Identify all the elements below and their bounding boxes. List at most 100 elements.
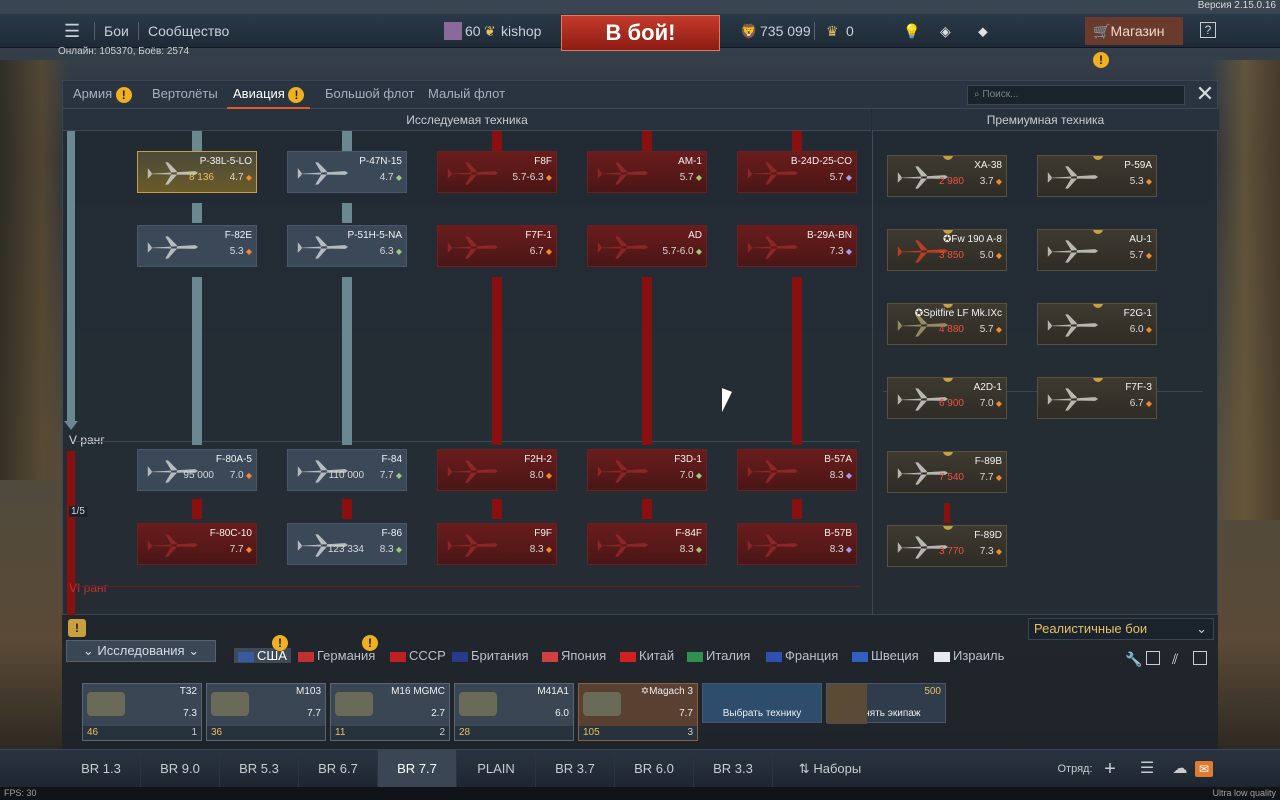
nation-tab[interactable]: Япония bbox=[542, 648, 606, 663]
vehicle-name: AD bbox=[688, 230, 702, 241]
tree-vehicle-card[interactable]: F7F-1 6.7 bbox=[437, 225, 557, 267]
friends-icon[interactable]: ☁ bbox=[1165, 750, 1195, 788]
tree-vehicle-card[interactable]: F-84F 8.3 bbox=[587, 523, 707, 565]
search-input[interactable]: ⌕ Поиск... bbox=[967, 85, 1185, 105]
connector bbox=[342, 203, 352, 223]
premium-vehicle-card[interactable]: AU-1 5.7 bbox=[1037, 229, 1157, 271]
crew-slot[interactable]: T32 7.3 46 1 bbox=[82, 683, 202, 741]
ammo-icon[interactable]: ⫽ bbox=[1172, 651, 1178, 668]
tree-vehicle-card[interactable]: B-24D-25-CO 5.7 bbox=[737, 151, 857, 193]
premium-vehicle-card[interactable]: P-59A 5.3 bbox=[1037, 155, 1157, 197]
battles-menu[interactable]: Бои bbox=[104, 14, 129, 48]
crew-slot[interactable]: M41A1 6.0 28 bbox=[454, 683, 574, 741]
plus-icon[interactable]: + bbox=[1095, 750, 1125, 788]
premium-vehicle-card[interactable]: F-89D 7.3 3 770 bbox=[887, 525, 1007, 567]
br-preset-2[interactable]: BR 5.3 bbox=[220, 750, 299, 788]
tab-helicopters[interactable]: Вертолёты bbox=[152, 81, 218, 109]
crew-count: 11 bbox=[335, 727, 346, 738]
tree-vehicle-card[interactable]: AD 5.7-6.0 bbox=[587, 225, 707, 267]
checkbox-icon[interactable] bbox=[1193, 651, 1207, 665]
tab-army[interactable]: Армия ! bbox=[73, 81, 132, 109]
mail-icon[interactable]: ✉ bbox=[1195, 761, 1213, 777]
tab-bluewater-fleet[interactable]: Большой флот bbox=[325, 81, 414, 109]
tree-vehicle-card[interactable]: P-51H-5-NA 6.3 bbox=[287, 225, 407, 267]
tree-vehicle-card[interactable]: F8F 5.7-6.3 bbox=[437, 151, 557, 193]
tree-vehicle-card[interactable]: F9F 8.3 bbox=[437, 523, 557, 565]
premium-vehicle-card[interactable]: XA-38 3.7 2 980 bbox=[887, 155, 1007, 197]
premium-vehicle-card[interactable]: F7F-3 6.7 bbox=[1037, 377, 1157, 419]
nation-tab[interactable]: СССР bbox=[390, 648, 446, 663]
plane-image bbox=[742, 530, 800, 560]
connector bbox=[642, 131, 652, 151]
br-preset-6[interactable]: BR 3.7 bbox=[536, 750, 615, 788]
tree-vehicle-card[interactable]: F-82E 5.3 bbox=[137, 225, 257, 267]
battle-rating: 4.7 bbox=[230, 172, 252, 183]
tree-vehicle-card[interactable]: F-86 8.3 123 334 bbox=[287, 523, 407, 565]
menu-icon[interactable]: ☰ bbox=[64, 14, 84, 48]
br-preset-1[interactable]: BR 9.0 bbox=[141, 750, 220, 788]
premium-vehicle-card[interactable]: F2G-1 6.0 bbox=[1037, 303, 1157, 345]
vehicle-name: P-59A bbox=[1124, 160, 1152, 171]
br-preset-7[interactable]: BR 6.0 bbox=[615, 750, 694, 788]
nation-tab[interactable]: Франция bbox=[766, 648, 838, 663]
premium-vehicle-card[interactable]: A2D-1 7.0 6 900 bbox=[887, 377, 1007, 419]
nation-tab[interactable]: Израиль bbox=[934, 648, 1004, 663]
notification-icon[interactable]: ! bbox=[68, 619, 86, 637]
hire-cost: 500 bbox=[924, 686, 941, 697]
premium-vehicle-card[interactable]: ✪Spitfire LF Mk.IXc 5.7 4 880 bbox=[887, 303, 1007, 345]
premium-vehicle-card[interactable]: F-89B 7.7 7 540 bbox=[887, 451, 1007, 493]
battle-rating: 4.7 bbox=[380, 172, 402, 183]
research-tree-panel: Армия ! Вертолёты Авиация ! Большой флот… bbox=[62, 80, 1219, 616]
flag-icon bbox=[620, 651, 636, 662]
battle-pass-icon[interactable]: ⬥ bbox=[978, 14, 988, 48]
close-icon[interactable]: ✕ bbox=[1193, 83, 1217, 107]
game-mode-select[interactable]: Реалистичные бои ⌄ bbox=[1028, 618, 1214, 640]
tree-vehicle-card[interactable]: F3D-1 7.0 bbox=[587, 449, 707, 491]
nation-tab[interactable]: Германия bbox=[298, 648, 375, 663]
choose-vehicle-button[interactable]: Выбрать технику bbox=[702, 683, 822, 723]
crew-slot[interactable]: ✡Magach 3 7.7 105 3 bbox=[578, 683, 698, 741]
tree-vehicle-card[interactable]: AM-1 5.7 bbox=[587, 151, 707, 193]
vehicle-name: A2D-1 bbox=[973, 382, 1002, 393]
community-menu[interactable]: Сообщество bbox=[148, 14, 229, 48]
presets-button[interactable]: ⇅ Наборы bbox=[790, 750, 870, 788]
tree-vehicle-card[interactable]: F-80A-5 7.0 95 000 bbox=[137, 449, 257, 491]
nation-tab[interactable]: Швеция bbox=[852, 648, 919, 663]
plane-image bbox=[742, 456, 800, 486]
tree-vehicle-card[interactable]: B-57B 8.3 bbox=[737, 523, 857, 565]
silver-lions-amount: 735 099 bbox=[760, 23, 811, 39]
crew-slot[interactable]: M103 7.7 36 bbox=[206, 683, 326, 741]
shop-button[interactable]: 🛒Магазин ! bbox=[1085, 17, 1183, 69]
hire-crew-button[interactable]: 500 Нанять экипаж bbox=[826, 683, 946, 724]
tree-vehicle-card[interactable]: P-47N-15 4.7 bbox=[287, 151, 407, 193]
br-preset-3[interactable]: BR 6.7 bbox=[299, 750, 378, 788]
wrench-icon[interactable]: 🔧 bbox=[1125, 651, 1142, 668]
checkbox-icon[interactable] bbox=[1146, 651, 1160, 665]
nation-tab[interactable]: Британия bbox=[452, 648, 529, 663]
warning-icon: ! bbox=[288, 86, 305, 103]
br-preset-8[interactable]: BR 3.3 bbox=[694, 750, 773, 788]
nation-tab[interactable]: Китай bbox=[620, 648, 674, 663]
tree-vehicle-card[interactable]: F-80C-10 7.7 bbox=[137, 523, 257, 565]
br-preset-4[interactable]: BR 7.7 bbox=[378, 750, 457, 788]
br-preset-5[interactable]: PLAIN bbox=[457, 750, 536, 788]
lightbulb-icon[interactable]: 💡 bbox=[903, 14, 920, 48]
tab-coastal-fleet[interactable]: Малый флот bbox=[428, 81, 505, 109]
username[interactable]: kishop bbox=[501, 14, 541, 48]
research-button[interactable]: ⌄ Исследования ⌄ bbox=[66, 640, 216, 662]
to-battle-button[interactable]: В бой! bbox=[561, 15, 720, 51]
tree-vehicle-card[interactable]: P-38L-5-LO 4.7 8 136 bbox=[137, 151, 257, 193]
tree-vehicle-card[interactable]: B-29A-BN 7.3 bbox=[737, 225, 857, 267]
list-icon[interactable]: ☰ bbox=[1132, 750, 1162, 788]
tab-aviation[interactable]: Авиация ! bbox=[227, 81, 311, 109]
tree-vehicle-card[interactable]: F-84 7.7 110 000 bbox=[287, 449, 407, 491]
help-icon[interactable]: ? bbox=[1200, 22, 1216, 38]
br-preset-0[interactable]: BR 1.3 bbox=[62, 750, 141, 788]
tree-vehicle-card[interactable]: B-57A 8.3 bbox=[737, 449, 857, 491]
crew-slot[interactable]: M16 MGMC 2.7 11 2 bbox=[330, 683, 450, 741]
diamond-icon[interactable]: ◈ bbox=[940, 14, 951, 48]
tree-vehicle-card[interactable]: F2H-2 8.0 bbox=[437, 449, 557, 491]
profile-avatar[interactable] bbox=[444, 22, 462, 40]
premium-vehicle-card[interactable]: ✪Fw 190 A-8 5.0 3 850 bbox=[887, 229, 1007, 271]
nation-tab[interactable]: Италия bbox=[687, 648, 750, 663]
